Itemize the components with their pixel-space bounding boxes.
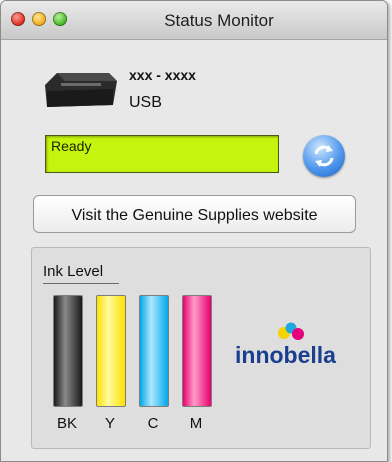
visit-supplies-button[interactable]: Visit the Genuine Supplies website <box>33 195 356 233</box>
ink-tank-bk <box>53 295 83 407</box>
zoom-icon[interactable] <box>53 12 67 26</box>
ink-fill-bk <box>54 296 82 406</box>
device-model: xxx - xxxx <box>129 67 196 83</box>
innobella-logo: innobella <box>235 322 336 368</box>
device-connection: USB <box>129 94 162 111</box>
svg-text:innobella: innobella <box>235 342 336 368</box>
ink-label-c: C <box>147 415 159 432</box>
status-monitor-window: Status Monitor xxx - xxxx USB Ready Visi… <box>0 0 388 462</box>
close-icon[interactable] <box>11 12 25 26</box>
printer-icon <box>45 73 117 107</box>
ink-tank-c <box>139 295 169 407</box>
refresh-icon[interactable] <box>303 135 345 177</box>
ink-level-divider <box>43 283 119 284</box>
minimize-icon[interactable] <box>32 12 46 26</box>
window-title: Status Monitor <box>164 11 274 30</box>
ink-label-m: M <box>189 415 203 432</box>
ink-fill-m <box>183 296 211 406</box>
ink-tank-y <box>96 295 126 407</box>
ink-tank-m <box>182 295 212 407</box>
ink-label-bk: BK <box>56 415 77 432</box>
ink-fill-c <box>140 296 168 406</box>
ink-level-title: Ink Level <box>43 263 104 280</box>
status-display: Ready <box>45 135 279 173</box>
title-bar[interactable]: Status Monitor <box>1 1 387 40</box>
ink-label-y: Y <box>104 415 115 432</box>
ink-fill-y <box>97 296 125 406</box>
